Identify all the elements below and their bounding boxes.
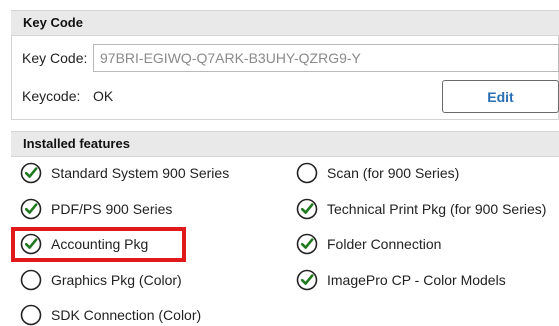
feature-label: Standard System 900 Series <box>51 165 230 181</box>
key-code-header: Key Code <box>11 10 559 36</box>
feature-label: Technical Print Pkg (for 900 Series) <box>327 201 547 217</box>
installed-features-header: Installed features <box>11 131 559 157</box>
check-circle-icon <box>20 198 42 220</box>
feature-item: PDF/PS 900 Series <box>20 196 172 222</box>
empty-circle-icon <box>296 162 318 184</box>
feature-label: Accounting Pkg <box>51 236 149 252</box>
key-code-label: Key Code: <box>22 50 88 66</box>
key-code-input[interactable] <box>93 44 559 72</box>
check-circle-icon <box>296 198 318 220</box>
key-code-row: Key Code: <box>11 44 559 74</box>
feature-item: Folder Connection <box>296 231 441 257</box>
keycode-status-label: Keycode: <box>22 88 81 104</box>
feature-label: Folder Connection <box>327 236 442 252</box>
feature-item: ImagePro CP - Color Models <box>296 267 506 293</box>
feature-item: Scan (for 900 Series) <box>296 160 459 186</box>
feature-item: Standard System 900 Series <box>20 160 229 186</box>
check-circle-icon <box>20 162 42 184</box>
keycode-status-value: OK <box>93 88 114 104</box>
feature-item: Technical Print Pkg (for 900 Series) <box>296 196 546 222</box>
empty-circle-icon <box>20 269 42 291</box>
feature-label: SDK Connection (Color) <box>51 307 202 323</box>
feature-label: Graphics Pkg (Color) <box>51 272 182 288</box>
check-circle-icon <box>296 269 318 291</box>
edit-button[interactable]: Edit <box>442 80 559 113</box>
feature-item: Accounting Pkg <box>20 231 148 257</box>
check-circle-icon <box>296 233 318 255</box>
feature-item: Graphics Pkg (Color) <box>20 267 182 293</box>
keycode-status-row: Keycode: OK Edit <box>11 80 559 114</box>
feature-label: Scan (for 900 Series) <box>327 165 460 181</box>
check-circle-icon <box>20 233 42 255</box>
empty-circle-icon <box>20 304 42 326</box>
feature-item: SDK Connection (Color) <box>20 302 201 326</box>
feature-label: PDF/PS 900 Series <box>51 201 173 217</box>
feature-label: ImagePro CP - Color Models <box>327 272 506 288</box>
